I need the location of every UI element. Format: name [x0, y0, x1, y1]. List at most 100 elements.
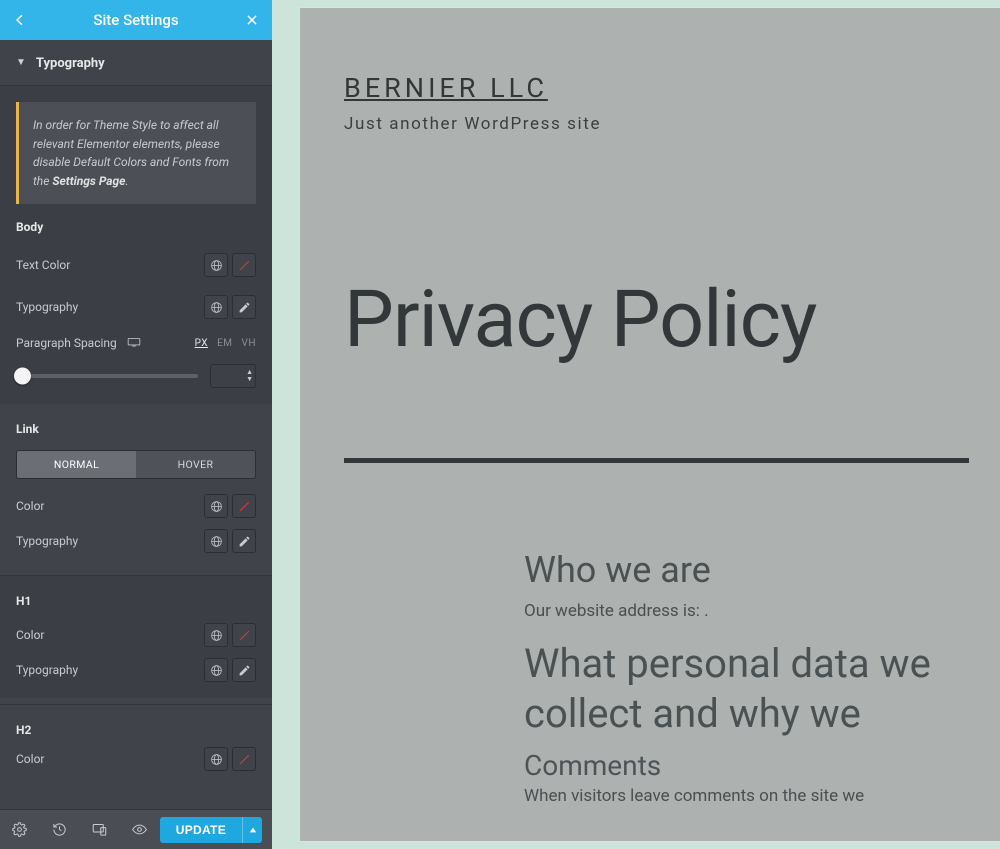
global-typography-button[interactable]	[204, 295, 228, 319]
settings-button[interactable]	[10, 821, 28, 839]
globe-icon	[210, 500, 223, 513]
group-title-body: Body	[0, 220, 272, 244]
group-link: NORMAL HOVER Color Typography	[0, 450, 272, 569]
preview-button[interactable]	[130, 821, 148, 839]
unit-switcher: PX EM VH	[195, 338, 256, 349]
globe-icon	[210, 301, 223, 314]
spinner-down-icon[interactable]: ▼	[246, 376, 253, 383]
site-header: BERNIER LLC Just another WordPress site	[300, 8, 1000, 134]
page-content: Who we are Our website address is: . Wha…	[524, 549, 1000, 806]
number-spinner[interactable]: ▲▼	[246, 369, 253, 383]
site-title[interactable]: BERNIER LLC	[344, 72, 1000, 104]
group-body: Text Color Typography	[0, 244, 272, 404]
panel-title: Site Settings	[30, 11, 242, 29]
no-color-icon	[238, 500, 251, 513]
preview-area: BERNIER LLC Just another WordPress site …	[272, 0, 1000, 849]
unit-vh[interactable]: VH	[241, 338, 256, 349]
row-paragraph-spacing-header: Paragraph Spacing PX EM VH	[16, 328, 256, 358]
group-h1: Color Typography	[0, 614, 272, 698]
heading-who-we-are: Who we are	[524, 549, 1000, 591]
settings-panel: Site Settings ▼ Typography In order for …	[0, 0, 272, 849]
notice-text-suffix: .	[125, 174, 128, 188]
row-h2-color: Color	[16, 743, 256, 785]
update-options-button[interactable]	[242, 817, 262, 843]
section-header-typography[interactable]: ▼ Typography	[0, 40, 272, 86]
global-color-button[interactable]	[204, 253, 228, 277]
panel-header: Site Settings	[0, 0, 272, 40]
pencil-icon	[238, 535, 251, 548]
responsive-mode-button[interactable]	[90, 821, 108, 839]
panel-body: ▼ Typography In order for Theme Style to…	[0, 40, 272, 809]
history-icon	[52, 822, 67, 837]
desktop-icon	[127, 337, 141, 347]
row-link-typography: Typography	[16, 527, 256, 569]
row-paragraph-spacing-slider: ▲▼	[16, 358, 256, 404]
close-button[interactable]	[242, 10, 262, 30]
global-color-button[interactable]	[204, 747, 228, 771]
devices-icon	[92, 822, 107, 837]
label-h2-color: Color	[16, 752, 44, 766]
panel-footer: UPDATE	[0, 809, 272, 849]
back-button[interactable]	[10, 10, 30, 30]
row-link-color: Color	[16, 485, 256, 527]
update-button-group: UPDATE	[160, 817, 262, 843]
heading-personal-data: What personal data we collect and why we	[524, 639, 1000, 739]
group-h2: Color	[0, 743, 272, 785]
label-text-color: Text Color	[16, 258, 70, 272]
responsive-button[interactable]	[127, 336, 141, 350]
page-title: Privacy Policy	[344, 274, 1000, 366]
global-color-button[interactable]	[204, 494, 228, 518]
heading-comments: Comments	[524, 749, 1000, 782]
tab-normal[interactable]: NORMAL	[17, 451, 136, 478]
no-color-icon	[238, 753, 251, 766]
title-divider	[344, 458, 969, 463]
globe-icon	[210, 753, 223, 766]
eye-icon	[131, 822, 148, 837]
pencil-icon	[238, 664, 251, 677]
notice-container: In order for Theme Style to affect all r…	[0, 86, 272, 220]
row-h1-typography: Typography	[16, 656, 256, 698]
caret-down-icon: ▼	[16, 57, 26, 68]
site-tagline: Just another WordPress site	[344, 114, 1000, 134]
pencil-icon	[238, 301, 251, 314]
color-picker-button[interactable]	[232, 623, 256, 647]
paragraph-spacing-input[interactable]: ▲▼	[210, 364, 256, 388]
group-title-link: Link	[0, 404, 272, 442]
notice-settings-link[interactable]: Settings Page	[52, 174, 125, 188]
label-h1-typography: Typography	[16, 663, 78, 677]
row-body-text-color: Text Color	[16, 244, 256, 286]
color-picker-button[interactable]	[232, 253, 256, 277]
label-link-color: Color	[16, 499, 44, 513]
no-color-icon	[238, 629, 251, 642]
globe-icon	[210, 535, 223, 548]
label-link-typography: Typography	[16, 534, 78, 548]
edit-typography-button[interactable]	[232, 658, 256, 682]
group-title-h1: H1	[0, 576, 272, 614]
group-title-h2: H2	[0, 705, 272, 743]
update-button[interactable]: UPDATE	[160, 817, 242, 843]
color-picker-button[interactable]	[232, 747, 256, 771]
row-h1-color: Color	[16, 614, 256, 656]
paragraph-address: Our website address is: .	[524, 601, 1000, 621]
tab-hover[interactable]: HOVER	[136, 451, 255, 478]
unit-px[interactable]: PX	[195, 338, 208, 349]
label-body-typography: Typography	[16, 300, 78, 314]
global-color-button[interactable]	[204, 623, 228, 647]
history-button[interactable]	[50, 821, 68, 839]
gear-icon	[12, 822, 27, 837]
label-paragraph-spacing: Paragraph Spacing	[16, 336, 117, 350]
theme-style-notice: In order for Theme Style to affect all r…	[16, 102, 256, 204]
global-typography-button[interactable]	[204, 529, 228, 553]
slider-thumb[interactable]	[14, 368, 31, 385]
color-picker-button[interactable]	[232, 494, 256, 518]
unit-em[interactable]: EM	[217, 338, 232, 349]
preview-frame[interactable]: BERNIER LLC Just another WordPress site …	[300, 8, 1000, 841]
edit-typography-button[interactable]	[232, 529, 256, 553]
row-body-typography: Typography	[16, 286, 256, 328]
global-typography-button[interactable]	[204, 658, 228, 682]
globe-icon	[210, 629, 223, 642]
paragraph-spacing-slider[interactable]	[16, 374, 198, 378]
no-color-icon	[238, 259, 251, 272]
label-h1-color: Color	[16, 628, 44, 642]
edit-typography-button[interactable]	[232, 295, 256, 319]
